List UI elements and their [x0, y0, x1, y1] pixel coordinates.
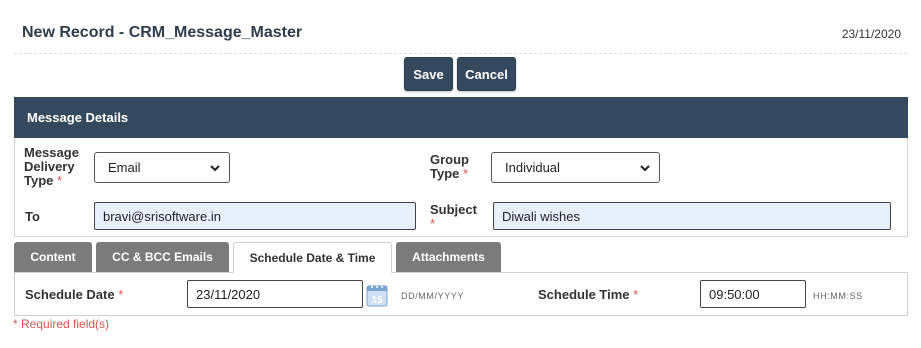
chevron-down-icon: [640, 165, 650, 172]
required-asterisk: *: [463, 166, 469, 181]
required-asterisk: *: [118, 287, 124, 302]
delivery-type-label: Message Delivery Type *: [24, 145, 79, 188]
to-label: To: [25, 209, 40, 224]
chevron-down-icon: [210, 165, 220, 172]
to-email-input[interactable]: bravi@srisoftware.in: [94, 202, 416, 230]
group-type-select[interactable]: Individual: [491, 152, 660, 183]
section-title: Message Details: [27, 110, 129, 125]
cancel-button[interactable]: Cancel: [457, 57, 516, 91]
required-asterisk: *: [57, 173, 63, 188]
tab-content[interactable]: Content: [14, 242, 92, 272]
page-header: New Record - CRM_Message_Master 23/11/20…: [14, 0, 907, 54]
required-asterisk: *: [633, 287, 639, 302]
calendar-day-text: 15: [371, 295, 383, 306]
schedule-date-input[interactable]: 23/11/2020: [187, 280, 363, 308]
group-type-value: Individual: [505, 160, 560, 175]
page-date: 23/11/2020: [841, 27, 901, 41]
tab-cc-bcc-emails[interactable]: CC & BCC Emails: [96, 242, 229, 272]
page-title: New Record - CRM_Message_Master: [22, 24, 303, 41]
time-format-hint: HH:MM:SS: [813, 291, 863, 301]
date-format-hint: DD/MM/YYYY: [401, 291, 465, 301]
required-fields-note: * Required field(s): [13, 317, 110, 331]
subject-label: Subject *: [430, 202, 477, 231]
save-button[interactable]: Save: [404, 57, 453, 91]
section-header-message-details: Message Details: [14, 97, 908, 138]
required-asterisk: *: [430, 216, 436, 231]
tab-attachments[interactable]: Attachments: [396, 242, 501, 272]
tab-schedule-date-time[interactable]: Schedule Date & Time: [233, 242, 392, 273]
group-type-label: Group Type *: [430, 152, 469, 181]
schedule-time-input[interactable]: 09:50:00: [700, 280, 806, 308]
calendar-icon[interactable]: 15: [366, 283, 388, 307]
schedule-date-label: Schedule Date *: [25, 287, 124, 302]
delivery-type-select[interactable]: Email: [94, 152, 230, 183]
delivery-type-value: Email: [108, 160, 141, 175]
subject-input[interactable]: Diwali wishes: [493, 202, 891, 230]
schedule-time-label: Schedule Time *: [538, 287, 639, 302]
